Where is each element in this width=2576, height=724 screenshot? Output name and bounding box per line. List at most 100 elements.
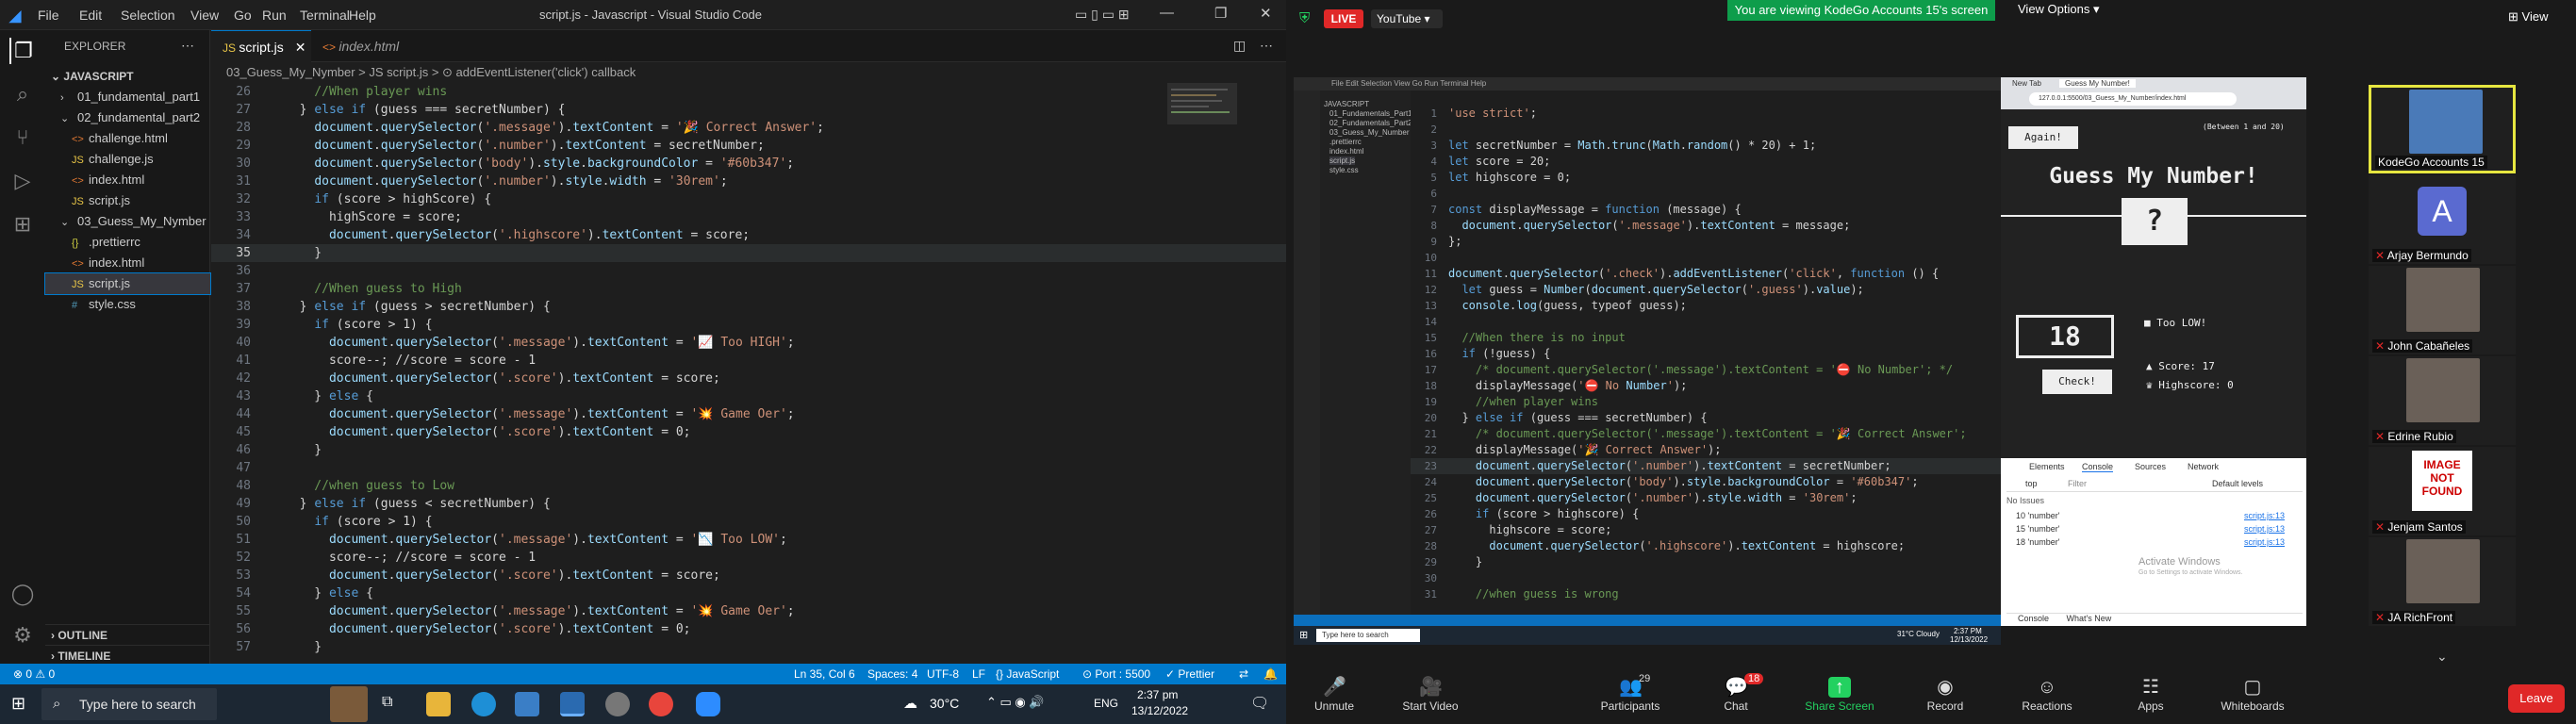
participant-tile[interactable]: ✕ Edrine Rubio xyxy=(2369,356,2516,445)
file-tree-item[interactable]: <> challenge.html xyxy=(45,128,210,149)
search-icon[interactable]: ⌕ xyxy=(9,81,36,107)
menu-go[interactable]: Go xyxy=(234,8,252,23)
shared-tree-item: 02_Fundamentals_Part2 xyxy=(1329,119,1412,127)
leave-button[interactable]: Leave xyxy=(2508,684,2565,713)
tab-script-js[interactable]: JS script.js ✕ xyxy=(211,30,311,62)
apps-icon: ☷ xyxy=(2142,677,2159,698)
menu-edit[interactable]: Edit xyxy=(79,8,102,23)
code-text: document.querySelector('.number').style.… xyxy=(1475,491,1858,504)
encoding[interactable]: UTF-8 xyxy=(927,664,959,684)
split-editor-icon[interactable]: ◫ xyxy=(1233,38,1246,54)
line-ending[interactable]: LF xyxy=(972,664,985,684)
code-editor[interactable]: 26 //When player wins 27 } else if (guess… xyxy=(211,83,1286,664)
whiteboards-button[interactable]: ▢ Whiteboards xyxy=(2210,671,2295,713)
outline-section[interactable]: › OUTLINE xyxy=(45,624,210,645)
participant-tile[interactable]: ✕ John Cabañeles xyxy=(2369,266,2516,354)
participant-tile[interactable]: A ✕ Arjay Bermundo xyxy=(2369,175,2516,264)
feedback-icon[interactable]: ⇄ xyxy=(1239,664,1248,684)
clock-time[interactable]: 2:37 pm xyxy=(1137,688,1178,701)
notifications-icon[interactable]: 🔔 xyxy=(1263,664,1278,684)
minimize-icon[interactable]: — xyxy=(1160,5,1174,21)
youtube-dropdown[interactable]: YouTube ▾ xyxy=(1371,9,1443,28)
menu-run[interactable]: Run xyxy=(262,8,287,23)
share-screen-button[interactable]: ↑ Share Screen xyxy=(1797,671,1882,713)
minimap[interactable] xyxy=(1167,83,1243,215)
maximize-icon[interactable]: ❐ xyxy=(1214,5,1227,22)
task-view-icon[interactable]: ⧉ xyxy=(382,694,392,711)
file-tree-item[interactable]: › 01_fundamental_part1 xyxy=(45,87,210,107)
menu-terminal[interactable]: Terminal xyxy=(300,8,350,23)
notification-center-icon[interactable]: 🗨 xyxy=(1250,694,1269,713)
participant-tile[interactable]: ✕ JA RichFront xyxy=(2369,537,2516,626)
input-language[interactable]: ENG xyxy=(1094,697,1118,710)
clock-date[interactable]: 13/12/2022 xyxy=(1131,704,1188,717)
zoom-icon[interactable] xyxy=(696,692,720,716)
weather-temp[interactable]: 30°C xyxy=(930,696,959,711)
vscode-taskbar-icon[interactable] xyxy=(560,692,585,716)
status-bar: ⊗ 0 ⚠ 0 Ln 35, Col 6 Spaces: 4 UTF-8 LF … xyxy=(0,664,1286,684)
timeline-section[interactable]: › TIMELINE xyxy=(45,645,210,666)
file-tree-item[interactable]: # style.css xyxy=(45,294,210,315)
file-tree-item[interactable]: ⌄ 03_Guess_My_Nymber xyxy=(45,211,210,232)
menu-help[interactable]: Help xyxy=(349,8,376,23)
reactions-button[interactable]: ☺ Reactions xyxy=(2005,671,2089,713)
run-debug-icon[interactable]: ▷ xyxy=(9,168,36,194)
more-actions-icon[interactable]: ⋯ xyxy=(1260,38,1273,54)
line-number: 10 xyxy=(1424,252,1437,264)
file-tree-item[interactable]: JS challenge.js xyxy=(45,149,210,170)
tab-index-html[interactable]: <> index.html xyxy=(311,30,424,62)
shared-code-editor: 1'use strict'; 2 3 let secretNumber = Math.… xyxy=(1411,104,2001,617)
file-tree-item[interactable]: ⌄ 02_fundamental_part2 xyxy=(45,107,210,128)
participant-name: ✕ John Cabañeles xyxy=(2372,339,2473,353)
settings-gear-icon[interactable]: ⚙ xyxy=(9,622,36,649)
source-control-icon[interactable]: ⑂ xyxy=(9,124,36,151)
file-tree-item[interactable]: <> index.html xyxy=(45,170,210,190)
edge-icon[interactable] xyxy=(471,692,496,716)
close-icon[interactable]: ✕ xyxy=(1260,5,1272,22)
activate-windows-sub: Go to Settings to activate Windows. xyxy=(2138,569,2243,576)
start-video-button[interactable]: 🎥 Start Video xyxy=(1388,671,1473,713)
live-badge[interactable]: LIVE xyxy=(1324,9,1363,28)
prettier-status[interactable]: ✓ Prettier xyxy=(1165,664,1214,684)
menu-view[interactable]: View xyxy=(190,8,219,23)
layout-toggle-icon[interactable]: ▭ ▯ ▭ ⊞ xyxy=(1075,7,1130,23)
file-tree-item[interactable]: {} .prettierrc xyxy=(45,232,210,253)
extensions-icon[interactable]: ⊞ xyxy=(9,211,36,238)
tray-icons[interactable]: ⌃ ▭ ◉ 🔊 xyxy=(986,695,1045,710)
unmute-button[interactable]: 🎤 Unmute xyxy=(1292,671,1377,713)
view-button[interactable]: ⊞ View xyxy=(2508,9,2548,25)
apps-button[interactable]: ☷ Apps xyxy=(2108,671,2193,713)
participant-tile[interactable]: IMAGE NOT FOUND ✕ Jenjam Santos xyxy=(2369,447,2516,535)
file-tree-item[interactable]: <> index.html xyxy=(45,253,210,273)
windows-start-icon[interactable]: ⊞ xyxy=(11,694,25,714)
line-number: 9 xyxy=(1430,236,1437,248)
language-mode[interactable]: {} JavaScript xyxy=(996,664,1059,684)
chrome-icon[interactable] xyxy=(649,692,673,716)
breadcrumb[interactable]: 03_Guess_My_Nymber > JS script.js > ⊙ ad… xyxy=(211,62,1286,83)
folder-root[interactable]: ⌄ JAVASCRIPT xyxy=(45,66,210,87)
taskbar-search[interactable]: ⌕ Type here to search xyxy=(41,688,217,720)
file-explorer-icon[interactable] xyxy=(426,692,451,716)
menu-selection[interactable]: Selection xyxy=(121,8,175,23)
record-button[interactable]: ◉ Record xyxy=(1903,671,1988,713)
view-options-button[interactable]: View Options ▾ xyxy=(2018,2,2100,17)
live-server-port[interactable]: ⊙ Port : 5500 xyxy=(1082,664,1150,684)
chevron-down-icon[interactable]: ⌄ xyxy=(2436,649,2448,665)
explorer-icon[interactable]: ❐ xyxy=(9,38,36,64)
chat-button[interactable]: 💬 18 Chat xyxy=(1693,671,1778,713)
participant-tile[interactable]: KodeGo Accounts 15 xyxy=(2369,85,2516,173)
mic-muted-icon: ✕ xyxy=(2375,611,2388,624)
file-tree-item[interactable]: JS script.js xyxy=(45,190,210,211)
problems-count[interactable]: ⊗ 0 ⚠ 0 xyxy=(13,664,55,684)
cursor-position[interactable]: Ln 35, Col 6 xyxy=(794,664,855,684)
account-icon[interactable]: ◯ xyxy=(9,581,36,607)
file-tree-item[interactable]: JS script.js xyxy=(44,272,211,295)
more-actions-icon[interactable]: ⋯ xyxy=(181,38,194,54)
menu-file[interactable]: File xyxy=(38,8,59,23)
tab-close-icon[interactable]: ✕ xyxy=(295,40,306,55)
line-number: 57 xyxy=(236,640,251,654)
mail-icon[interactable] xyxy=(515,692,539,716)
app-icon[interactable] xyxy=(605,692,630,716)
indent-setting[interactable]: Spaces: 4 xyxy=(867,664,917,684)
participants-button[interactable]: 👥 29 Participants xyxy=(1588,671,1673,713)
